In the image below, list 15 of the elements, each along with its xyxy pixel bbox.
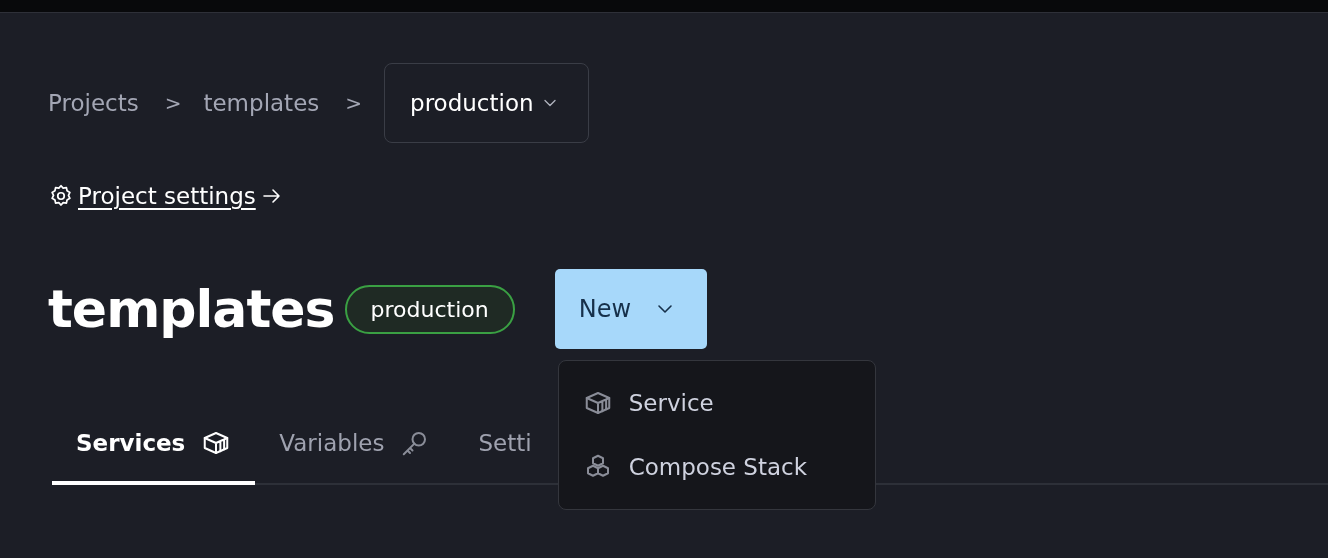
breadcrumb-separator: > bbox=[345, 91, 363, 115]
environment-select[interactable]: production bbox=[384, 63, 589, 143]
settings-icon bbox=[48, 183, 74, 209]
menu-item[interactable]: Service bbox=[558, 371, 875, 435]
breadcrumb-separator: > bbox=[164, 91, 182, 115]
new-button[interactable]: New bbox=[554, 269, 708, 349]
tab[interactable]: Variables bbox=[255, 405, 455, 485]
tab[interactable]: Setti bbox=[454, 405, 556, 485]
menu-item[interactable]: Compose Stack bbox=[558, 435, 875, 499]
breadcrumb-link[interactable]: Projects bbox=[48, 90, 139, 116]
environment-badge: production bbox=[344, 284, 515, 334]
project-title: templates bbox=[48, 279, 335, 339]
tab[interactable]: Services bbox=[52, 405, 256, 485]
breadcrumb-link[interactable]: templates bbox=[203, 90, 320, 116]
project-settings-link[interactable]: Project settings bbox=[78, 183, 256, 209]
